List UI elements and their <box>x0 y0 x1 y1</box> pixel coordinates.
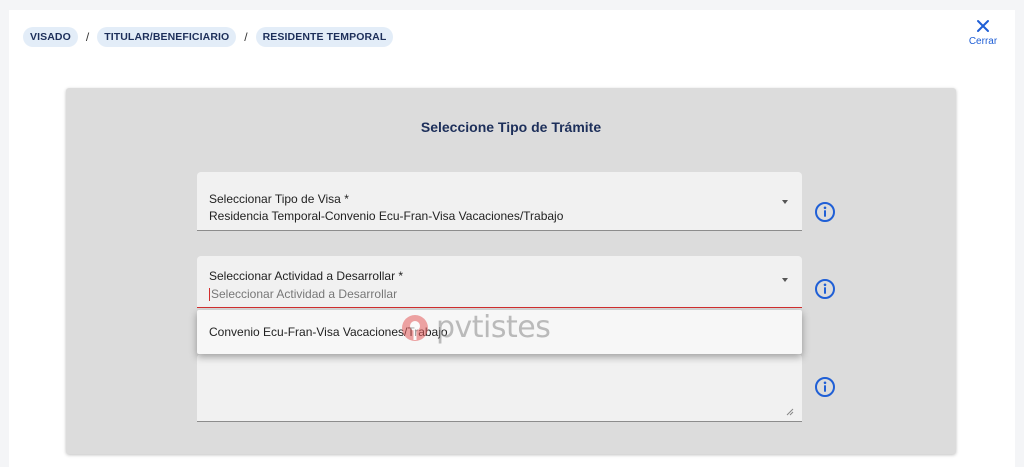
activity-dropdown: Convenio Ecu-Fran-Visa Vacaciones/Trabaj… <box>197 310 802 354</box>
resize-handle-icon[interactable] <box>786 408 794 416</box>
visa-type-value: Residencia Temporal-Convenio Ecu-Fran-Vi… <box>209 209 564 223</box>
text-cursor <box>209 288 210 301</box>
breadcrumb-item-residente[interactable]: RESIDENTE TEMPORAL <box>255 27 394 47</box>
close-icon <box>977 20 989 32</box>
breadcrumb-separator: / <box>244 30 248 44</box>
breadcrumb-item-visado[interactable]: VISADO <box>23 27 78 47</box>
page: VISADO / TITULAR/BENEFICIARIO / RESIDENT… <box>9 10 1015 467</box>
dropdown-option[interactable]: Convenio Ecu-Fran-Visa Vacaciones/Trabaj… <box>197 310 802 354</box>
close-label: Cerrar <box>968 36 998 47</box>
activity-placeholder: Seleccionar Actividad a Desarrollar <box>211 287 398 301</box>
breadcrumb-item-titular[interactable]: TITULAR/BENEFICIARIO <box>97 27 237 47</box>
info-icon[interactable] <box>814 201 836 223</box>
tramite-panel: Seleccione Tipo de Trámite Seleccionar T… <box>66 88 956 454</box>
breadcrumb: VISADO / TITULAR/BENEFICIARIO / RESIDENT… <box>23 27 394 47</box>
info-icon[interactable] <box>814 376 836 398</box>
description-textarea[interactable] <box>197 354 802 422</box>
close-button[interactable]: Cerrar <box>963 19 1003 47</box>
page-title: Seleccione Tipo de Trámite <box>420 119 602 135</box>
visa-type-label: Seleccionar Tipo de Visa * <box>209 192 349 206</box>
visa-type-select[interactable]: Seleccionar Tipo de Visa * Residencia Te… <box>197 172 802 231</box>
activity-label: Seleccionar Actividad a Desarrollar * <box>209 269 404 283</box>
info-icon[interactable] <box>814 278 836 300</box>
breadcrumb-separator: / <box>85 30 90 44</box>
activity-select[interactable]: Seleccionar Actividad a Desarrollar * Se… <box>197 256 802 308</box>
chevron-down-icon[interactable] <box>782 200 788 204</box>
chevron-down-icon[interactable] <box>782 278 788 282</box>
